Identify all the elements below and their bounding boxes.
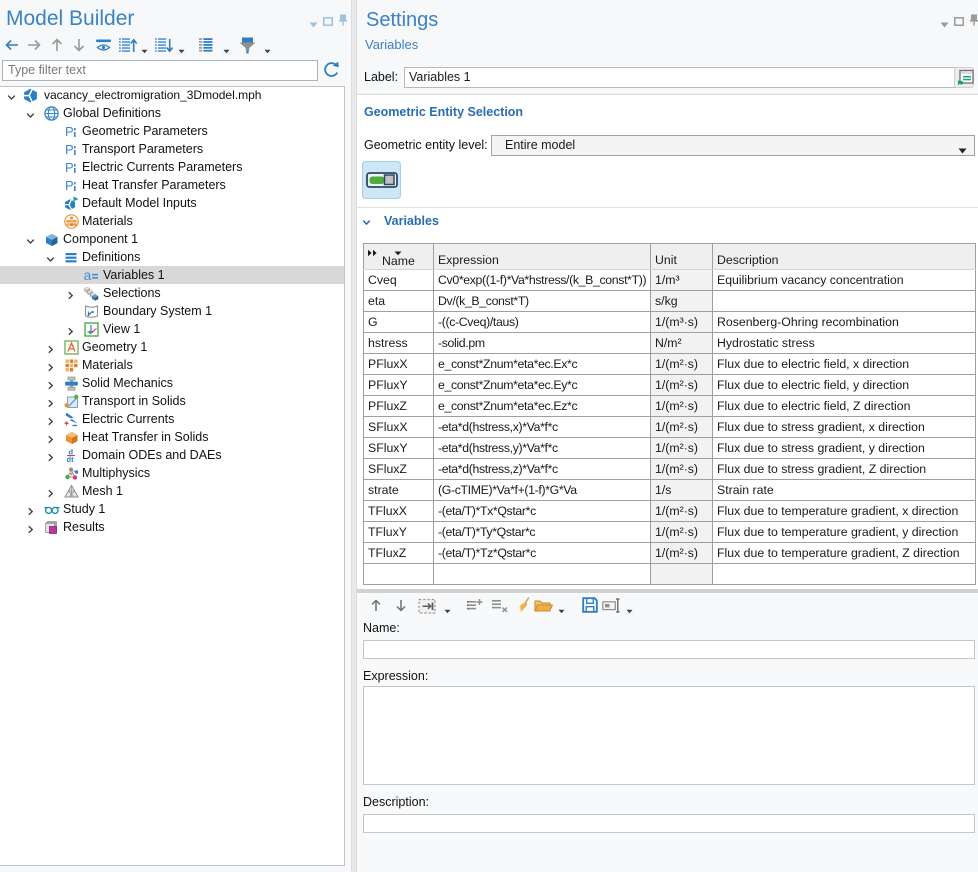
svg-text:P: P bbox=[65, 142, 74, 157]
svg-text:P: P bbox=[65, 178, 74, 193]
svg-text:P: P bbox=[65, 160, 74, 175]
svg-text:dt: dt bbox=[67, 455, 75, 463]
svg-text:a: a bbox=[84, 268, 92, 283]
svg-text:P: P bbox=[65, 124, 74, 139]
